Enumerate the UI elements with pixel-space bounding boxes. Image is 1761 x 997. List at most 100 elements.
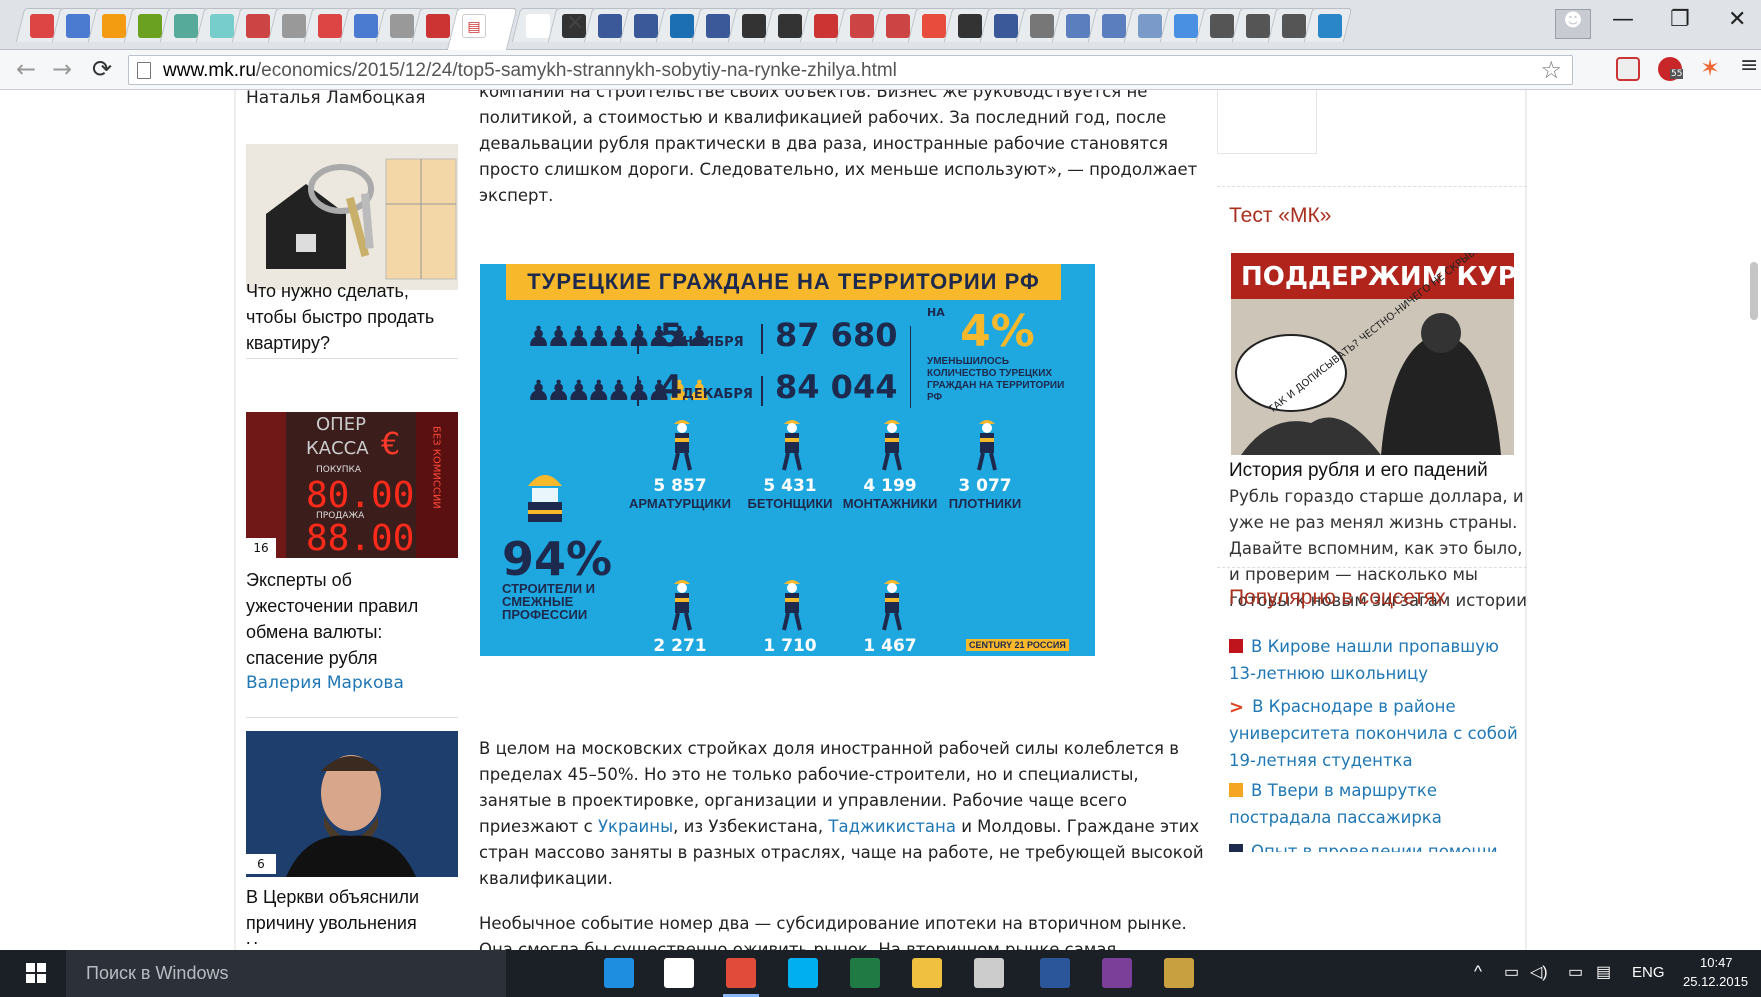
news-icon [778,14,802,38]
volume-icon[interactable]: ◁) [1530,962,1548,982]
comment-count-badge: 6 [246,854,276,874]
house-icon [706,14,730,38]
worker-icon [782,580,802,631]
social-heading: Популярно в соцсетях [1229,586,1446,609]
source-credit: CENTURY 21 РОССИЯ [966,639,1069,651]
social-news-item[interactable]: В Кирове нашли пропавшую 13-летнюю школь… [1229,633,1529,687]
house-icon [742,14,766,38]
news-marker-icon [1229,639,1243,653]
related-article-title[interactable]: Что нужно сделать, чтобы быстро продать … [246,278,456,356]
related-article-title[interactable]: Эксперты об ужесточении правил обмена ва… [246,567,456,671]
m-icon [850,14,874,38]
paint-icon[interactable] [974,958,1004,988]
maximize-button[interactable]: ❐ [1670,7,1690,32]
svg-text:ПОДДЕРЖИМ КУРС РУ: ПОДДЕРЖИМ КУРС РУ [1241,262,1514,292]
winrar-icon[interactable] [1102,958,1132,988]
author-name[interactable]: Наталья Ламбоцкая [246,90,425,108]
svg-text:80.00: 80.00 [306,475,414,516]
decrease-percent: НА 4% [927,306,1035,357]
g-icon [1138,14,1162,38]
infographic[interactable]: ТУРЕЦКИЕ ГРАЖДАНЕ НА ТЕРРИТОРИИ РФ ♟♟♟♟♟… [480,264,1095,656]
scrollbar-thumb[interactable] [1750,262,1758,320]
windows-taskbar: Поиск в Windows ^ ▭ ◁) ▭ ▤ ENG 10:47 25.… [0,950,1761,997]
tab-close-icon[interactable]: × [566,10,584,35]
ad-box [1217,90,1317,154]
display-icon[interactable]: ▭ [1568,962,1583,982]
excel-icon[interactable] [850,958,880,988]
related-article-title[interactable]: В Церкви объяснили причину увольнения Ча… [246,884,456,944]
url-text: www.mk.ru/economics/2015/12/24/top5-samy… [163,60,897,81]
news-marker-icon [1229,783,1243,797]
social-news-item[interactable]: > В Краснодаре в районе университета поко… [1229,693,1529,774]
tab-strip: ▤ × ☻ — ❐ ✕ [0,0,1761,51]
comment-count-badge: 16 [246,538,276,558]
circle-icon [102,14,126,38]
windows-start-icon[interactable] [26,963,46,983]
mail-icon [354,14,378,38]
skype-icon[interactable] [788,958,818,988]
network-icon[interactable]: ▭ [1504,962,1519,982]
web-page: Наталья Ламбоцкая Что нужно сделать, что… [0,90,1761,950]
decrease-note: УМЕНЬШИЛОСЬ КОЛИЧЕСТВО ТУРЕЦКИХ ГРАЖДАН … [927,356,1065,403]
worker-icon [882,580,902,631]
citizen-count: 84 044 [775,368,898,406]
m-icon [814,14,838,38]
worker-icon [782,420,802,471]
priest-thumbnail[interactable] [246,731,458,877]
clock-time[interactable]: 10:47 [1700,955,1733,970]
b-icon [1066,14,1090,38]
adblock-icon[interactable]: 55 [1658,57,1684,81]
tray-arrow-icon[interactable]: ^ [1474,962,1482,982]
exchange-thumbnail[interactable]: ОПЕР КАССА € ПОКУПКА 80.00 ПРОДАЖА 88.00… [246,412,458,558]
date-label: 5НОЯБРЯ [660,316,744,354]
link-ukraine[interactable]: Украины [598,817,673,836]
b-icon [1210,14,1234,38]
user-profile-icon[interactable]: ☻ [1555,9,1591,39]
bookmark-star-icon[interactable]: ☆ [1540,56,1562,84]
edge-icon[interactable] [604,958,634,988]
minimize-button[interactable]: — [1612,7,1634,32]
store-icon[interactable] [664,958,694,988]
back-button[interactable]: ← [16,55,36,83]
social-news-item[interactable]: В Твери в маршрутке пострадала пассажирк… [1229,777,1529,831]
task-view-icon[interactable] [546,958,576,988]
url-field[interactable]: www.mk.ru/economics/2015/12/24/top5-samy… [128,55,1573,85]
article-paragraph: В целом на московских стройках доля инос… [479,739,1204,888]
media-icon[interactable] [1164,958,1194,988]
extension-star-icon[interactable]: ✶ [1700,54,1724,82]
author-name[interactable]: Валерия Маркова [246,673,404,693]
svg-text:88.00: 88.00 [306,518,414,558]
word-icon[interactable] [1040,958,1070,988]
profession-stat: 1 467КАМЕНЩИКИ [863,636,917,656]
extension-shield-icon[interactable] [1616,57,1640,81]
test-heading[interactable]: Тест «МК» [1229,204,1331,228]
taskbar-search-box[interactable]: Поиск в Windows [66,950,506,997]
close-window-button[interactable]: ✕ [1728,7,1746,32]
social-news-item[interactable]: Опыт в проведении помощи [1229,838,1529,852]
link-tajikistan[interactable]: Таджикистана [828,817,956,836]
divider [246,717,458,718]
builder-icon [528,475,562,522]
builders-share-label: СТРОИТЕЛИ И СМЕЖНЫЕ ПРОФЕССИИ [502,581,595,622]
explorer-icon[interactable] [912,958,942,988]
forward-button[interactable]: → [52,55,72,83]
news-marker-icon [1229,844,1243,852]
cartoon-thumbnail[interactable]: ПОДДЕРЖИМ КУРС РУ ТАК И ДОПИСЫВАТЬ? ЧЕСТ… [1231,253,1514,455]
doc-icon [282,14,306,38]
test-title[interactable]: История рубля и его падений [1229,460,1488,482]
menu-icon[interactable]: ≡ [1740,53,1761,78]
clock-date[interactable]: 25.12.2015 [1683,974,1748,989]
b-icon [1174,14,1198,38]
worker-icon [977,420,997,471]
reload-button[interactable]: ⟳ [92,55,112,83]
b-icon [1246,14,1270,38]
chrome-icon[interactable] [726,958,756,988]
notifications-icon[interactable]: ▤ [1596,962,1611,982]
date-label: 4ДЕКАБРЯ [660,368,753,406]
language-indicator[interactable]: ENG [1632,964,1665,981]
svg-text:ПОКУПКА: ПОКУПКА [316,465,362,475]
r-icon [994,14,1018,38]
profession-stat: 3 077 ПЛОТНИКИ [948,476,1022,511]
keys-thumbnail[interactable] [246,144,458,290]
gmail-icon [30,14,54,38]
